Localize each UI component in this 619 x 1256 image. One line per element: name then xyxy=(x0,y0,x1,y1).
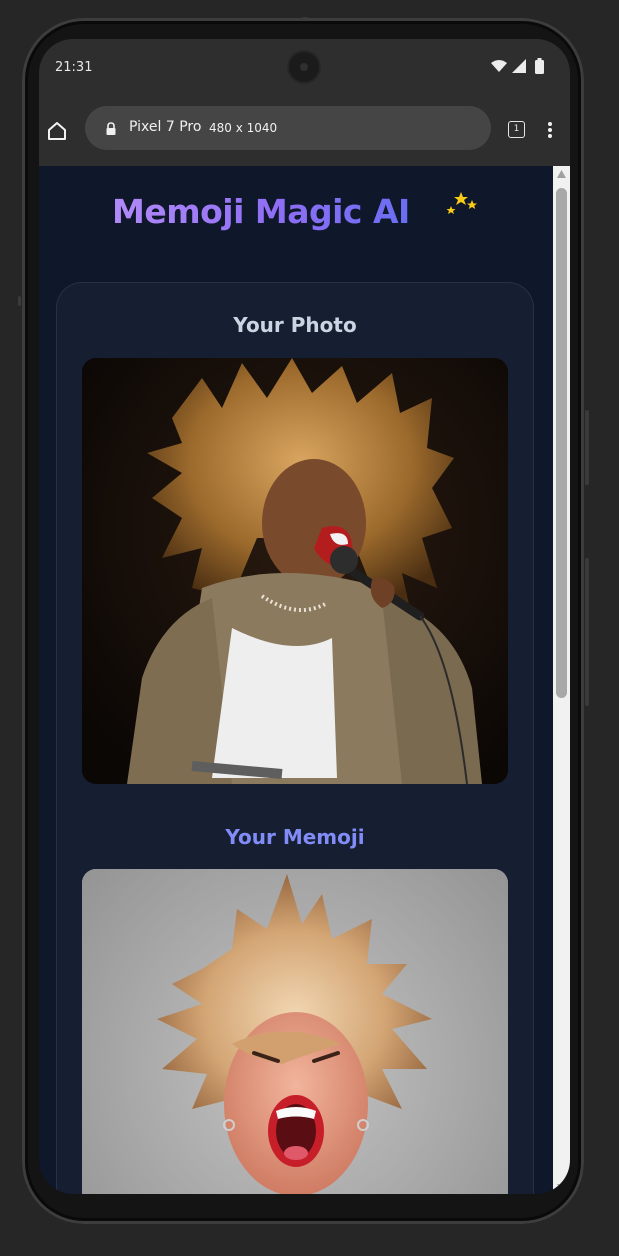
status-bar: 21:31 xyxy=(39,39,570,105)
your-photo-heading: Your Photo xyxy=(233,313,357,337)
more-vert-icon[interactable] xyxy=(543,119,557,141)
home-icon xyxy=(48,122,66,140)
web-page[interactable]: Memoji Magic AI Your Photo Your Memoji xyxy=(39,166,570,1194)
address-bar[interactable]: Pixel 7 Pro 480 x 1040 xyxy=(85,106,491,150)
signal-icon xyxy=(512,59,526,73)
home-button[interactable] xyxy=(46,120,68,142)
lock-icon xyxy=(105,121,117,135)
browser-toolbar: Pixel 7 Pro 480 x 1040 1 xyxy=(39,105,570,167)
phone-screen: 21:31 Pixel 7 Pro 480 x 1040 1 Memoji Ma… xyxy=(39,39,570,1194)
your-memoji-heading: Your Memoji xyxy=(225,825,365,849)
battery-icon xyxy=(535,58,544,74)
device-volume-button xyxy=(585,558,589,706)
app-title-text: Memoji Magic AI xyxy=(112,192,410,231)
status-time: 21:31 xyxy=(55,60,93,75)
tab-count: 1 xyxy=(513,124,520,134)
sparkles-icon xyxy=(445,192,481,220)
user-photo xyxy=(82,358,508,784)
device-power-button xyxy=(585,410,589,485)
url-device-dimensions: 480 x 1040 xyxy=(209,121,278,135)
status-icons xyxy=(490,58,550,76)
page-scrollbar[interactable] xyxy=(553,166,570,1194)
url-device-name: Pixel 7 Pro xyxy=(129,119,202,135)
front-camera xyxy=(289,52,319,82)
scroll-down-arrow-icon[interactable] xyxy=(557,1184,566,1192)
app-title: Memoji Magic AI xyxy=(112,189,492,233)
device-side-button-left xyxy=(18,296,21,306)
scroll-up-arrow-icon[interactable] xyxy=(557,170,566,178)
results-card: Your Photo Your Memoji xyxy=(56,282,534,1194)
wifi-icon xyxy=(491,60,507,72)
tab-switcher-icon[interactable]: 1 xyxy=(508,121,525,138)
memoji-result-image xyxy=(82,869,508,1194)
scrollbar-thumb[interactable] xyxy=(556,188,567,698)
